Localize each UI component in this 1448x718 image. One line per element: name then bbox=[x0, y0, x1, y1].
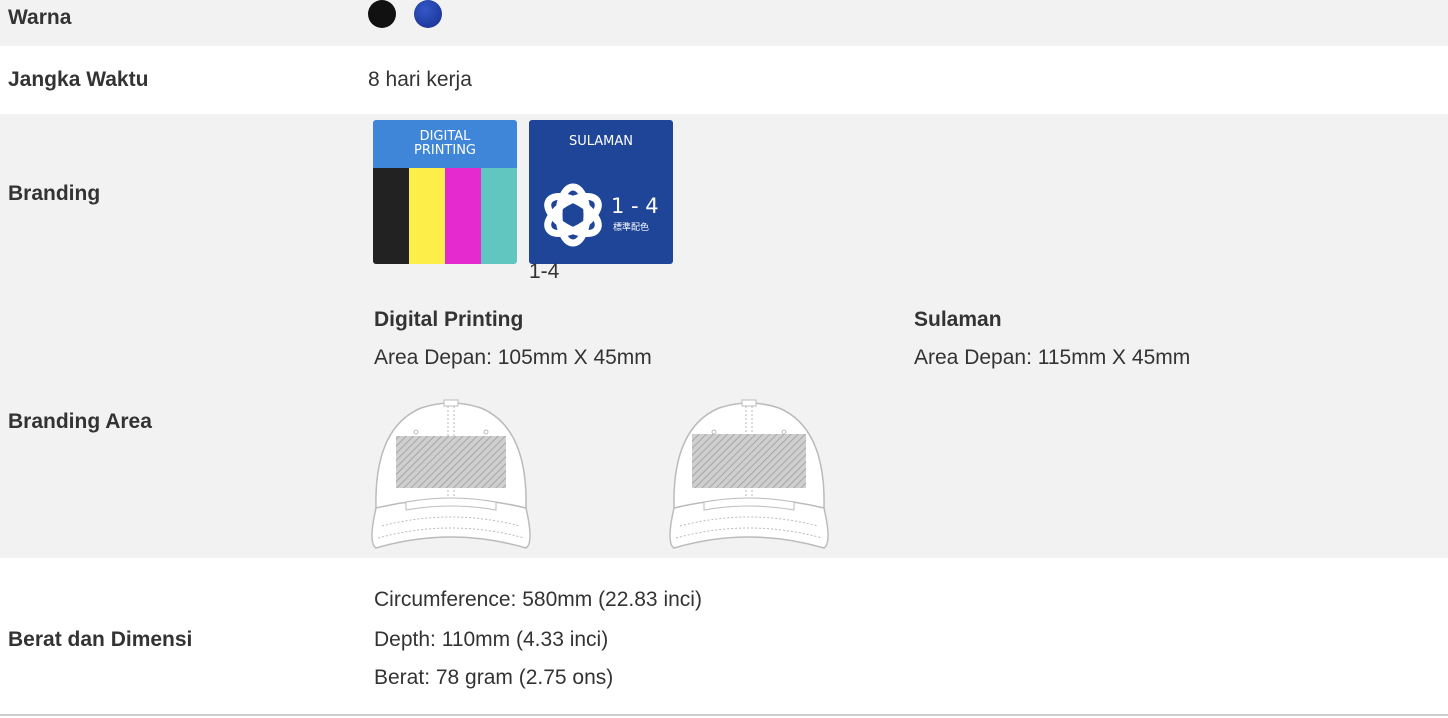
digital-printing-badge-line2: PRINTING bbox=[413, 143, 476, 158]
sulaman-area: Area Depan: 115mm X 45mm bbox=[914, 346, 1191, 369]
row-warna: Warna bbox=[0, 0, 1448, 46]
digital-printing-badge-header: DIGITAL PRINTING bbox=[373, 120, 517, 168]
digital-printing-area: Area Depan: 105mm X 45mm bbox=[374, 346, 652, 369]
row-jangka-waktu: Jangka Waktu 8 hari kerja bbox=[0, 46, 1448, 114]
row-branding: Branding DIGITAL PRINTING SULAMAN 1 - 4 … bbox=[0, 114, 1448, 283]
depth-value: Depth: 110mm (4.33 inci) bbox=[374, 628, 609, 651]
cmyk-bar-yellow bbox=[409, 168, 445, 264]
branding-label: Branding bbox=[8, 182, 101, 205]
sulaman-badge-subtitle: 標準配色 bbox=[613, 223, 650, 233]
circumference-value: Circumference: 580mm (22.83 inci) bbox=[374, 588, 702, 611]
cmyk-bar-magenta bbox=[445, 168, 481, 264]
digital-printing-badge[interactable]: DIGITAL PRINTING bbox=[373, 120, 517, 264]
cmyk-bar-black bbox=[373, 168, 409, 264]
row-branding-area: Branding Area Digital Printing Area Depa… bbox=[0, 278, 1448, 558]
cap-front-embroidery-image bbox=[669, 399, 829, 549]
jangka-waktu-label: Jangka Waktu bbox=[8, 68, 149, 91]
sulaman-badge-number: 1 - 4 bbox=[611, 194, 659, 218]
embroidery-flower-icon bbox=[544, 183, 602, 247]
berat-dimensi-label: Berat dan Dimensi bbox=[8, 628, 193, 651]
color-swatch-black[interactable] bbox=[368, 0, 396, 28]
cmyk-bar-cyan bbox=[481, 168, 517, 264]
row-berat-dimensi: Berat dan Dimensi Circumference: 580mm (… bbox=[0, 558, 1448, 716]
jangka-waktu-value: 8 hari kerja bbox=[368, 68, 472, 91]
sulaman-badge[interactable]: SULAMAN 1 - 4 標準配色 bbox=[529, 120, 673, 264]
warna-label: Warna bbox=[8, 6, 72, 29]
sulaman-title: Sulaman bbox=[914, 308, 1002, 331]
weight-value: Berat: 78 gram (2.75 ons) bbox=[374, 666, 614, 689]
branding-area-label: Branding Area bbox=[8, 410, 152, 433]
cap-front-digital-print-image bbox=[371, 399, 531, 549]
color-swatch-navy[interactable] bbox=[414, 0, 442, 28]
sulaman-badge-title: SULAMAN bbox=[568, 134, 634, 149]
digital-printing-badge-line1: DIGITAL bbox=[419, 129, 471, 144]
digital-printing-title: Digital Printing bbox=[374, 308, 524, 331]
